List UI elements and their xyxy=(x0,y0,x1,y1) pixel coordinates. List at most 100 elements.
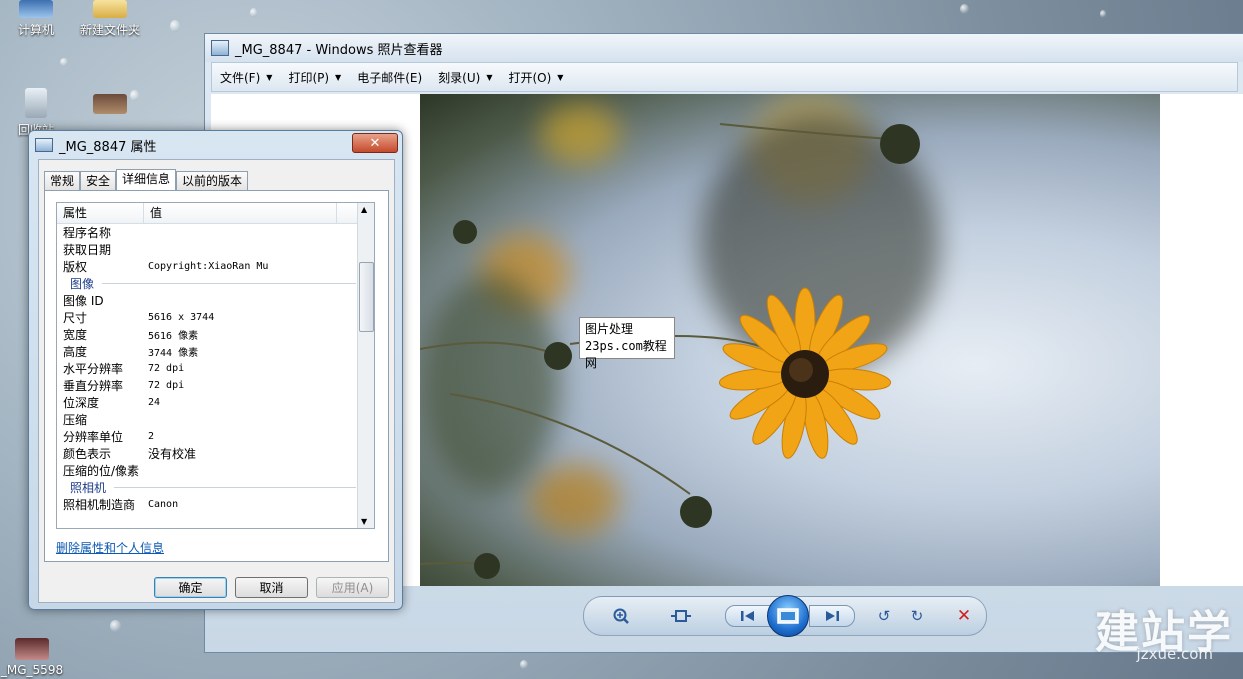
group-label: 图像 xyxy=(70,277,95,291)
property-row[interactable]: 颜色表示 没有校准 xyxy=(57,445,374,462)
image-file-icon xyxy=(35,138,53,152)
menu-burn[interactable]: 刻录(U) ▼ xyxy=(430,69,500,86)
viewer-title-bar[interactable]: _MG_8847 - Windows 照片查看器 xyxy=(205,34,1243,62)
properties-dialog: _MG_8847 属性 ✕ 常规 安全 详细信息 以前的版本 属性 值 程序名称… xyxy=(28,130,403,610)
desktop-icon-computer[interactable]: 计算机 xyxy=(4,0,68,38)
property-name: 获取日期 xyxy=(63,243,112,257)
previous-icon xyxy=(741,611,754,621)
scroll-thumb[interactable] xyxy=(359,262,374,332)
close-icon: ✕ xyxy=(369,135,381,151)
previous-button[interactable] xyxy=(725,605,771,627)
property-name: 水平分辨率 xyxy=(63,362,124,376)
property-name: 压缩的位/像素 xyxy=(63,464,140,478)
menu-file[interactable]: 文件(F) ▼ xyxy=(212,69,280,86)
list-header: 属性 值 xyxy=(57,203,374,224)
property-name: 压缩 xyxy=(63,413,88,427)
property-row[interactable]: 照相机制造商 Canon xyxy=(57,496,374,513)
property-row[interactable]: 图像 ID xyxy=(57,292,374,309)
slideshow-button[interactable] xyxy=(767,595,809,637)
tab-strip: 常规 安全 详细信息 以前的版本 xyxy=(44,169,249,191)
apply-button[interactable]: 应用(A) xyxy=(316,577,389,598)
flower-illustration xyxy=(420,123,920,579)
property-name: 照相机制造商 xyxy=(63,498,136,512)
property-value: 2 xyxy=(148,431,155,442)
rotate-clockwise-button[interactable]: ↻ xyxy=(906,606,928,626)
property-row[interactable]: 高度 3744 像素 xyxy=(57,343,374,360)
desktop-icon-label: 计算机 xyxy=(17,23,54,37)
vertical-scrollbar[interactable]: ▲ ▼ xyxy=(357,203,374,528)
menu-open[interactable]: 打开(O) ▼ xyxy=(500,69,571,86)
dialog-title: _MG_8847 属性 xyxy=(59,139,157,155)
property-row[interactable]: 位深度 24 xyxy=(57,394,374,411)
dropdown-arrow-icon: ▼ xyxy=(335,72,342,82)
next-icon xyxy=(826,611,839,621)
actual-size-button[interactable] xyxy=(670,606,692,626)
column-header-value[interactable]: 值 xyxy=(144,203,337,223)
ok-button[interactable]: 确定 xyxy=(154,577,227,598)
tab-security[interactable]: 安全 xyxy=(80,171,117,190)
property-value: 24 xyxy=(148,397,161,408)
property-value: 72 dpi xyxy=(148,363,185,374)
dropdown-arrow-icon: ▼ xyxy=(266,72,273,82)
desktop-icon-label: 新建文件夹 xyxy=(79,23,140,37)
property-value: 没有校准 xyxy=(148,447,197,461)
property-row[interactable]: 水平分辨率 72 dpi xyxy=(57,360,374,377)
watermark-line2: 23ps.com教程网 xyxy=(585,339,667,370)
property-row[interactable]: 压缩的位/像素 xyxy=(57,462,374,479)
menu-label: 打印(P) xyxy=(288,70,330,85)
property-row[interactable]: 分辨率单位 2 xyxy=(57,428,374,445)
property-row[interactable]: 宽度 5616 像素 xyxy=(57,326,374,343)
zoom-button[interactable] xyxy=(612,606,634,626)
dialog-title-bar[interactable]: _MG_8847 属性 xyxy=(29,131,402,159)
desktop-icon-mg-5598[interactable]: _MG_5598 xyxy=(0,638,64,677)
property-row[interactable]: 压缩 xyxy=(57,411,374,428)
menu-print[interactable]: 打印(P) ▼ xyxy=(280,69,349,86)
fit-window-icon xyxy=(671,610,691,622)
property-name: 版权 xyxy=(63,260,88,274)
desktop-icon-image-file[interactable] xyxy=(78,94,142,117)
remove-properties-link[interactable]: 删除属性和个人信息 xyxy=(56,539,164,556)
property-value: 72 dpi xyxy=(148,380,185,391)
desktop-icon-label: _MG_5598 xyxy=(0,663,64,677)
delete-button[interactable]: ✕ xyxy=(953,606,975,626)
tab-details[interactable]: 详细信息 xyxy=(116,169,177,191)
menu-label: 电子邮件(E) xyxy=(357,70,423,85)
viewer-menu-bar: 文件(F) ▼ 打印(P) ▼ 电子邮件(E) 刻录(U) ▼ 打开(O) ▼ xyxy=(211,62,1238,92)
rotate-counterclockwise-button[interactable]: ↺ xyxy=(873,606,895,626)
desktop-icon-new-folder[interactable]: 新建文件夹 xyxy=(78,0,142,38)
property-name: 分辨率单位 xyxy=(63,430,124,444)
menu-label: 刻录(U) xyxy=(438,70,481,85)
image-file-icon xyxy=(15,638,49,660)
cancel-button[interactable]: 取消 xyxy=(235,577,308,598)
tab-previous-versions[interactable]: 以前的版本 xyxy=(176,171,249,190)
scroll-up-arrow-icon[interactable]: ▲ xyxy=(361,205,367,214)
flower-photo[interactable]: 图片处理 23ps.com教程网 xyxy=(420,94,1160,586)
scroll-down-arrow-icon[interactable]: ▼ xyxy=(361,517,367,526)
property-row[interactable]: 版权 Copyright:XiaoRan Mu xyxy=(57,258,374,275)
property-row[interactable]: 程序名称 xyxy=(57,224,374,241)
dropdown-arrow-icon: ▼ xyxy=(486,72,493,82)
property-name: 垂直分辨率 xyxy=(63,379,124,393)
rotate-left-icon: ↺ xyxy=(877,607,891,625)
property-name: 位深度 xyxy=(63,396,100,410)
property-value: 5616 x 3744 xyxy=(148,312,215,323)
rotate-right-icon: ↻ xyxy=(910,607,924,625)
property-value: 5616 像素 xyxy=(148,331,199,342)
group-header-camera: 照相机 xyxy=(57,479,374,496)
menu-label: 打开(O) xyxy=(508,70,552,85)
tab-general[interactable]: 常规 xyxy=(44,171,81,190)
property-name: 图像 ID xyxy=(63,294,104,308)
property-name: 程序名称 xyxy=(63,226,112,240)
viewer-control-bar: ↺ ↻ ✕ xyxy=(583,595,987,637)
property-row[interactable]: 垂直分辨率 72 dpi xyxy=(57,377,374,394)
recycle-bin-icon xyxy=(25,88,47,118)
menu-email[interactable]: 电子邮件(E) xyxy=(349,69,430,86)
property-row[interactable]: 尺寸 5616 x 3744 xyxy=(57,309,374,326)
property-row[interactable]: 获取日期 xyxy=(57,241,374,258)
next-button[interactable] xyxy=(809,605,855,627)
property-value: Canon xyxy=(148,499,179,510)
watermark-line1: 图片处理 xyxy=(585,322,634,336)
close-button[interactable]: ✕ xyxy=(352,133,398,153)
column-header-property[interactable]: 属性 xyxy=(57,203,144,223)
property-value: 3744 像素 xyxy=(148,348,199,359)
